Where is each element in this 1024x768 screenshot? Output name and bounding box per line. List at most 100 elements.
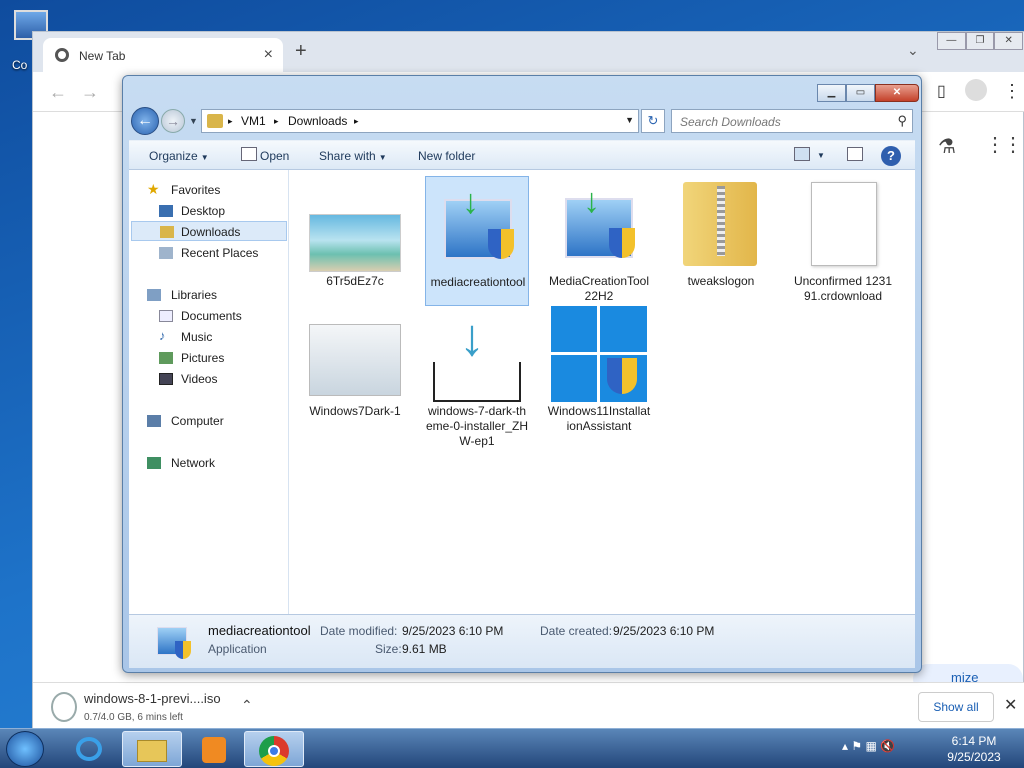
detail-name: mediacreationtool bbox=[208, 623, 311, 638]
detail-date-created-label: Date created: bbox=[540, 624, 613, 638]
menu-icon[interactable]: ⋮ bbox=[1003, 81, 1021, 102]
computer-icon bbox=[147, 415, 161, 427]
search-input[interactable]: Search Downloads ⚲ bbox=[671, 109, 913, 133]
desktop-icon-label: Co bbox=[12, 58, 28, 72]
breadcrumb-sep-icon[interactable]: ▸ bbox=[274, 116, 279, 127]
nav-libraries[interactable]: Libraries bbox=[147, 285, 287, 305]
system-tray-icons[interactable]: ▴ ⚑ ▦ 🔇 bbox=[842, 739, 895, 753]
nav-music[interactable]: ♪ Music bbox=[159, 327, 287, 347]
detail-size: 9.61 MB bbox=[402, 642, 447, 656]
zipper-icon bbox=[717, 186, 725, 256]
clock-date: 9/25/2023 bbox=[947, 750, 1001, 764]
forward-button[interactable]: → bbox=[161, 109, 185, 133]
explorer-minimize-button[interactable]: ▁ bbox=[817, 84, 846, 102]
theme-pack-icon bbox=[309, 324, 401, 396]
music-icon: ♪ bbox=[159, 328, 166, 343]
nav-desktop[interactable]: Desktop bbox=[159, 201, 287, 221]
explorer-close-button[interactable]: ✕ bbox=[875, 84, 919, 102]
side-panel-icon[interactable]: ▯ bbox=[937, 81, 946, 101]
file-item[interactable]: 6Tr5dEz7c bbox=[303, 176, 407, 306]
image-thumbnail-icon bbox=[309, 214, 401, 272]
detail-date-modified: 9/25/2023 6:10 PM bbox=[402, 624, 504, 638]
download-options-icon[interactable]: ⌃ bbox=[241, 697, 253, 714]
back-button[interactable]: ← bbox=[131, 107, 159, 135]
address-bar[interactable]: ▸ VM1 ▸ Downloads ▸ ▼ bbox=[201, 109, 639, 133]
refresh-button[interactable]: ↻ bbox=[641, 109, 665, 133]
maximize-button[interactable]: ❐ bbox=[965, 32, 995, 50]
arrow-icon: ↓ bbox=[462, 183, 479, 221]
taskbar-explorer-icon[interactable] bbox=[122, 731, 182, 767]
tab-title: New Tab bbox=[79, 49, 126, 63]
taskbar-media-player-icon[interactable] bbox=[184, 731, 244, 767]
file-item[interactable]: tweakslogon bbox=[669, 176, 773, 306]
download-bar: windows-8-1-previ....iso 0.7/4.0 GB, 6 m… bbox=[33, 682, 1024, 730]
file-item[interactable]: ↓ windows-7-dark-theme-0-installer_ZHW-e… bbox=[425, 312, 529, 460]
explorer-caption-buttons: ▁ ▭ ✕ bbox=[817, 84, 919, 102]
labs-icon[interactable]: ⚗ bbox=[938, 134, 956, 159]
start-button-icon[interactable] bbox=[6, 731, 44, 767]
detail-type: Application bbox=[208, 642, 267, 656]
share-with-button[interactable]: Share with ▼ bbox=[319, 149, 387, 163]
open-button[interactable]: Open bbox=[260, 149, 289, 163]
nav-favorites[interactable]: ★ Favorites bbox=[147, 180, 287, 200]
help-icon[interactable]: ? bbox=[881, 146, 901, 166]
back-icon[interactable]: ← bbox=[49, 82, 67, 103]
breadcrumb-sep-icon[interactable]: ▸ bbox=[228, 116, 233, 127]
network-icon bbox=[147, 457, 161, 469]
explorer-maximize-button[interactable]: ▭ bbox=[846, 84, 875, 102]
new-tab-button[interactable]: + bbox=[295, 40, 307, 63]
apps-grid-icon[interactable]: ⋮⋮⋮ bbox=[985, 132, 1024, 157]
file-item[interactable]: ↓ MediaCreationTool22H2 bbox=[547, 176, 651, 306]
breadcrumb-downloads[interactable]: Downloads bbox=[288, 114, 347, 128]
tab-close-icon[interactable]: × bbox=[264, 46, 273, 64]
breadcrumb-vm1[interactable]: VM1 bbox=[241, 114, 266, 128]
organize-button[interactable]: Organize ▼ bbox=[149, 149, 209, 163]
taskbar-chrome-icon[interactable] bbox=[244, 731, 304, 767]
shield-icon bbox=[607, 358, 637, 394]
nav-computer[interactable]: Computer bbox=[147, 411, 287, 431]
command-bar: Organize ▼ Open Share with ▼ New folder ▼ … bbox=[129, 140, 915, 170]
change-view-icon[interactable] bbox=[794, 147, 810, 161]
nav-recent-places[interactable]: Recent Places bbox=[159, 243, 287, 263]
file-label: Windows11InstallationAssistant bbox=[547, 404, 651, 433]
download-name[interactable]: windows-8-1-previ....iso bbox=[84, 691, 221, 706]
detail-date-created: 9/25/2023 6:10 PM bbox=[613, 624, 715, 638]
tab-new-tab[interactable]: New Tab × bbox=[43, 38, 283, 72]
explorer-window: ▁ ▭ ✕ ← → ▼ ▸ VM1 ▸ Downloads ▸ ▼ ↻ Sear… bbox=[122, 75, 922, 673]
nav-network[interactable]: Network bbox=[147, 453, 287, 473]
star-icon: ★ bbox=[147, 181, 160, 197]
file-label: 6Tr5dEz7c bbox=[326, 274, 384, 288]
forward-icon[interactable]: → bbox=[81, 82, 99, 103]
tab-search-icon[interactable]: ⌄ bbox=[907, 42, 919, 59]
recent-pages-icon[interactable]: ▼ bbox=[189, 116, 198, 126]
file-item-selected[interactable]: ↓ mediacreationtool bbox=[425, 176, 529, 306]
nav-pictures[interactable]: Pictures bbox=[159, 348, 287, 368]
file-item[interactable]: Windows11InstallationAssistant bbox=[547, 306, 651, 450]
nav-downloads[interactable]: Downloads bbox=[131, 221, 287, 241]
nav-documents[interactable]: Documents bbox=[159, 306, 287, 326]
preview-pane-icon[interactable] bbox=[847, 147, 863, 161]
documents-icon bbox=[159, 310, 173, 322]
breadcrumb-sep-icon[interactable]: ▸ bbox=[354, 116, 359, 127]
file-item[interactable]: Windows7Dark-1 bbox=[303, 320, 407, 450]
close-button[interactable]: ✕ bbox=[994, 32, 1024, 50]
videos-icon bbox=[159, 373, 173, 385]
detail-date-modified-label: Date modified: bbox=[320, 624, 398, 638]
download-tray-icon bbox=[433, 362, 521, 402]
minimize-button[interactable]: — bbox=[937, 32, 966, 50]
clock[interactable]: 6:14 PM 9/25/2023 bbox=[944, 733, 1004, 765]
download-bar-close-icon[interactable]: ✕ bbox=[1004, 695, 1017, 715]
nav-buttons: ← → ▼ bbox=[131, 106, 198, 136]
view-options-icon[interactable]: ▼ bbox=[817, 151, 825, 160]
detail-size-label: Size: bbox=[375, 642, 402, 656]
file-item[interactable]: Unconfirmed 123191.crdownload bbox=[791, 176, 895, 326]
pictures-icon bbox=[159, 352, 173, 364]
taskbar-ie-icon[interactable] bbox=[60, 731, 120, 767]
address-dropdown-icon[interactable]: ▼ bbox=[625, 115, 634, 125]
folder-icon bbox=[207, 114, 223, 128]
search-icon[interactable]: ⚲ bbox=[897, 113, 907, 129]
new-folder-button[interactable]: New folder bbox=[418, 149, 475, 163]
nav-videos[interactable]: Videos bbox=[159, 369, 287, 389]
show-all-button[interactable]: Show all bbox=[918, 692, 994, 722]
profile-avatar-icon[interactable] bbox=[965, 79, 987, 101]
